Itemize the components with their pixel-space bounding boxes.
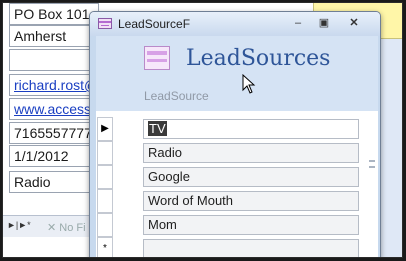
lead-source-field[interactable]: Radio bbox=[9, 171, 99, 193]
current-record-selector[interactable]: ▶ bbox=[97, 117, 113, 141]
new-record-selector[interactable]: * bbox=[97, 237, 113, 257]
record-row: Radio bbox=[96, 141, 378, 165]
new-record-row: * bbox=[96, 237, 378, 257]
record-selector[interactable] bbox=[97, 141, 113, 165]
date-field[interactable]: 1/1/2012 bbox=[9, 145, 99, 167]
lead-source-column-label: LeadSource bbox=[144, 89, 209, 103]
lead-source-popup-window: LeadSourceF – ▣ ✕ LeadSources LeadSource… bbox=[89, 11, 381, 257]
no-filter-label: No Fi bbox=[59, 222, 86, 234]
form-window-icon bbox=[98, 18, 112, 29]
record-navigation-bar: ►|►* ✕ No Fi bbox=[3, 215, 103, 237]
email-field[interactable]: richard.rost@ bbox=[9, 74, 99, 96]
record-selector[interactable] bbox=[97, 213, 113, 237]
selected-text: TV bbox=[148, 121, 167, 136]
continuous-records-section: ▶ TV Radio Google Word of Mouth Mom * bbox=[96, 111, 378, 257]
blank-field[interactable] bbox=[9, 49, 99, 71]
lead-source-cell[interactable]: Word of Mouth bbox=[143, 191, 359, 211]
record-selector[interactable] bbox=[97, 165, 113, 189]
record-row: ▶ TV bbox=[96, 117, 378, 141]
minimize-button[interactable]: – bbox=[290, 17, 306, 30]
mouse-pointer-icon bbox=[242, 74, 256, 94]
form-header: LeadSources LeadSource bbox=[96, 36, 378, 111]
form-title: LeadSources bbox=[186, 46, 331, 71]
phone-field[interactable]: 7165557777 bbox=[9, 122, 99, 144]
form-logo-icon bbox=[144, 46, 170, 70]
maximize-button[interactable]: ▣ bbox=[316, 17, 332, 30]
address-field[interactable]: PO Box 101 bbox=[9, 3, 99, 25]
record-row: Word of Mouth bbox=[96, 189, 378, 213]
close-button[interactable]: ✕ bbox=[346, 17, 362, 30]
nav-last-icon[interactable]: ►|►* bbox=[7, 220, 31, 230]
popup-title-bar[interactable]: LeadSourceF – ▣ ✕ bbox=[90, 12, 380, 36]
record-row: Mom bbox=[96, 213, 378, 237]
window-title: LeadSourceF bbox=[118, 17, 191, 31]
screenshot-frame: PO Box 101 Amherst richard.rost@ www.acc… bbox=[2, 2, 403, 258]
lead-source-cell[interactable]: Mom bbox=[143, 215, 359, 235]
lead-source-cell[interactable]: Radio bbox=[143, 143, 359, 163]
record-row: Google bbox=[96, 165, 378, 189]
no-filter-indicator[interactable]: ✕ No Fi bbox=[47, 221, 86, 234]
website-field[interactable]: www.accessl bbox=[9, 98, 99, 120]
lead-source-cell[interactable]: Google bbox=[143, 167, 359, 187]
city-field[interactable]: Amherst bbox=[9, 25, 99, 47]
form-body: LeadSources LeadSource ▶ TV Radio Google bbox=[96, 36, 378, 257]
scrollbar-grip-icon[interactable] bbox=[369, 160, 375, 168]
lead-source-cell[interactable]: TV bbox=[143, 119, 359, 139]
record-selector[interactable] bbox=[97, 189, 113, 213]
new-lead-source-cell[interactable] bbox=[143, 239, 359, 257]
